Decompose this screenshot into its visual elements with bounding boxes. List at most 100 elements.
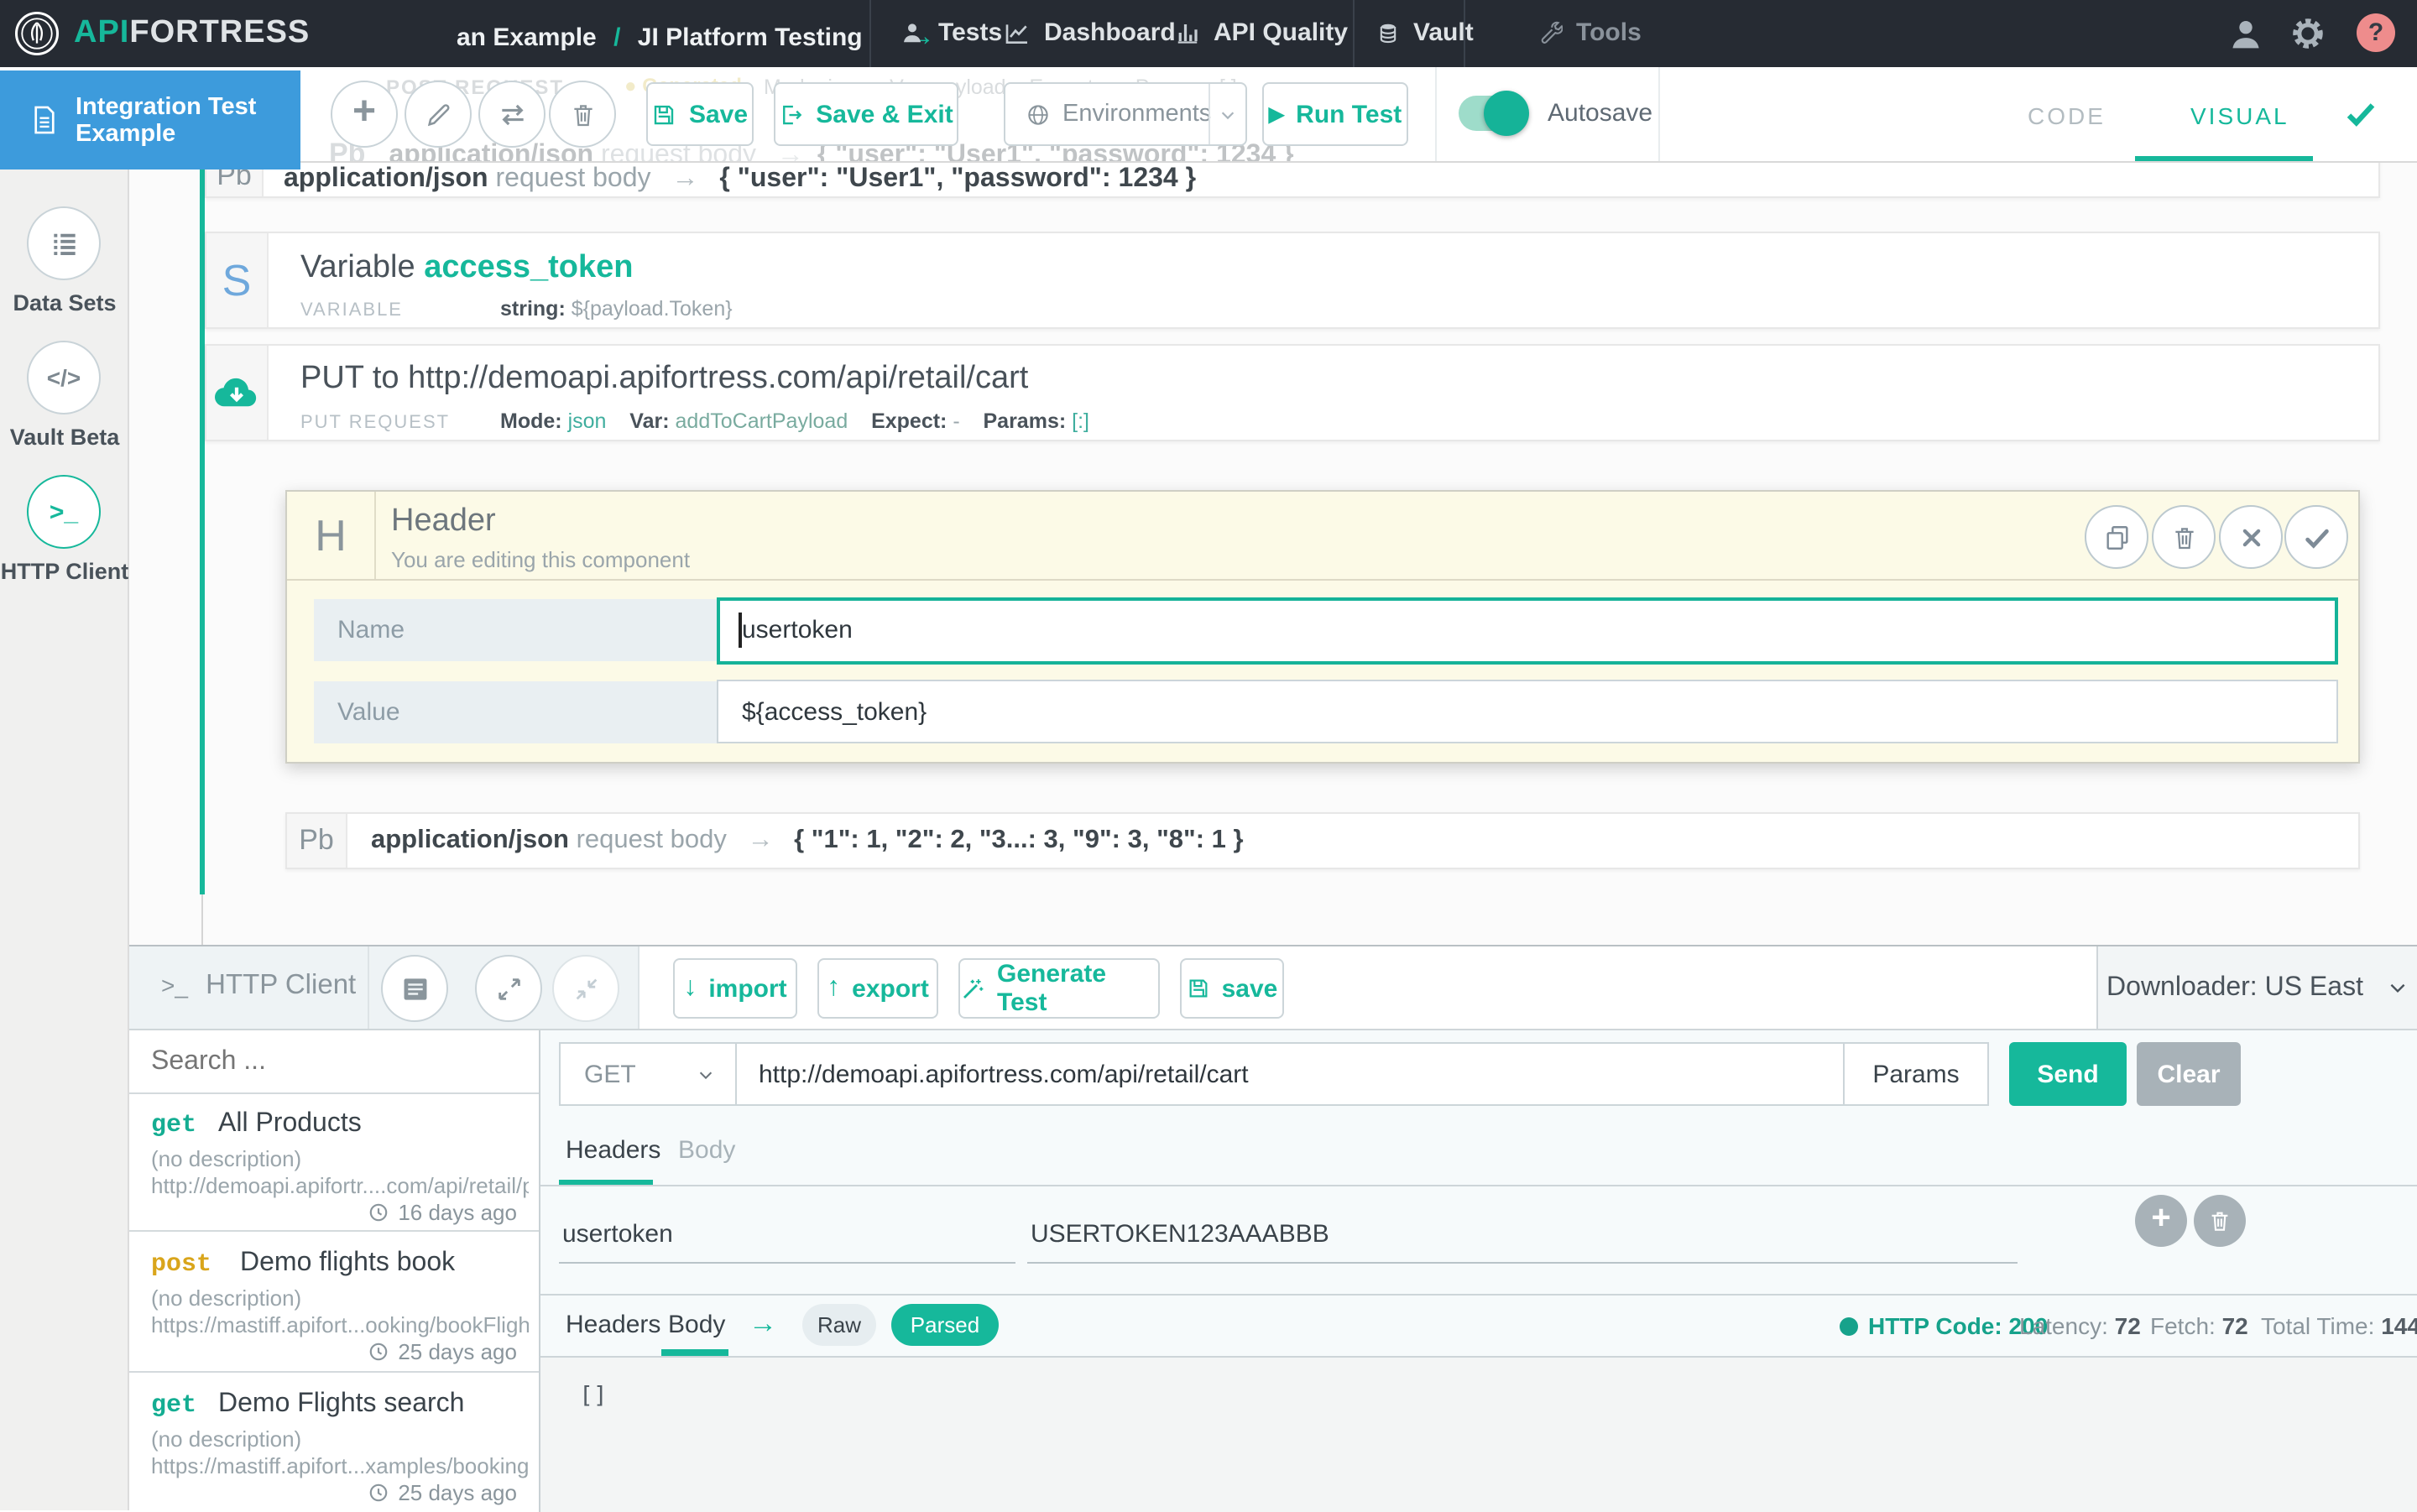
line-chart-icon: [1004, 19, 1031, 46]
history-search-input[interactable]: [129, 1030, 539, 1094]
nav-item-tools[interactable]: Tools: [1537, 18, 1642, 47]
request-tab-body[interactable]: Body: [678, 1136, 735, 1165]
sidebar-item-vault-beta[interactable]: </>: [27, 341, 101, 414]
response-tab-headers[interactable]: Headers: [566, 1311, 660, 1339]
tab-code[interactable]: CODE: [2028, 102, 2106, 129]
history-age: 25 days ago: [368, 1480, 517, 1505]
content-type: application/json: [284, 164, 488, 193]
import-button[interactable]: ↓import: [673, 958, 797, 1019]
history-age: 25 days ago: [368, 1339, 517, 1364]
parsed-toggle[interactable]: Parsed: [891, 1304, 999, 1346]
collapse-panel-button[interactable]: [552, 955, 619, 1022]
request-tab-headers[interactable]: Headers: [566, 1136, 660, 1165]
check-icon: [2302, 523, 2331, 551]
test-tab[interactable]: Integration Test Example: [0, 70, 300, 169]
history-url: http://demoapi.apifortr....com/api/retai…: [151, 1173, 529, 1198]
delete-button[interactable]: [2152, 505, 2216, 569]
history-item[interactable]: get Demo Flights search (no description)…: [129, 1373, 539, 1512]
autosave-toggle[interactable]: [1459, 96, 1526, 131]
var-key: Var:: [629, 409, 669, 433]
client-save-button[interactable]: save: [1180, 958, 1284, 1019]
downloader-select[interactable]: Downloader: US East: [2098, 946, 2417, 1029]
response-tab-body[interactable]: Body: [668, 1311, 725, 1339]
chevron-down-icon: [2387, 977, 2409, 998]
history-item[interactable]: post Demo flights book (no description) …: [129, 1232, 539, 1373]
visual-check-icon[interactable]: [2343, 96, 2378, 131]
raw-toggle[interactable]: Raw: [802, 1304, 876, 1346]
sidebar-label-http-client: HTTP Client: [0, 559, 129, 584]
clear-button[interactable]: Clear: [2137, 1042, 2241, 1106]
content-type: application/json: [371, 826, 569, 854]
text-caret: [739, 613, 741, 648]
down-arrow-icon: ↓: [683, 973, 697, 1004]
help-icon[interactable]: ?: [2357, 13, 2395, 52]
edit-component-button[interactable]: [405, 81, 472, 148]
terminal-icon: >_: [50, 498, 78, 526]
breadcrumb-project[interactable]: an Example: [457, 23, 597, 52]
component-tag: H: [287, 492, 376, 579]
delete-component-button[interactable]: [549, 81, 616, 148]
environments-dropdown[interactable]: Environments: [1004, 82, 1247, 146]
delete-header-button[interactable]: [2194, 1195, 2246, 1247]
nav-item-tests[interactable]: Tests: [900, 18, 1002, 47]
add-component-button[interactable]: +: [331, 81, 398, 148]
nav-item-vault[interactable]: Vault: [1376, 18, 1474, 47]
detail-key: string:: [500, 297, 566, 321]
component-row-request-body-cart[interactable]: Pb application/json request body → { "1"…: [285, 812, 2360, 869]
method-badge: post: [151, 1250, 211, 1279]
save-exit-button[interactable]: Save & Exit: [774, 82, 958, 146]
wrench-icon: [1537, 20, 1563, 45]
response-section-divider: [540, 1294, 2417, 1296]
component-row-put-request[interactable]: PUT to http://demoapi.apifortress.com/ap…: [205, 344, 2380, 441]
url-input[interactable]: [735, 1042, 1845, 1106]
run-test-label: Run Test: [1296, 100, 1402, 128]
clone-button[interactable]: [2085, 505, 2148, 569]
header-name-input[interactable]: [559, 1207, 1015, 1264]
params-button[interactable]: Params: [1843, 1042, 1989, 1106]
header-value-input[interactable]: [1027, 1207, 2018, 1264]
cancel-edit-button[interactable]: [2219, 505, 2283, 569]
tab-visual[interactable]: VISUAL: [2190, 102, 2289, 129]
add-header-button[interactable]: +: [2135, 1195, 2187, 1247]
nav-item-label: Tools: [1576, 18, 1642, 47]
generate-test-button[interactable]: Generate Test: [958, 958, 1160, 1019]
response-body-area[interactable]: []: [540, 1358, 2417, 1512]
export-button[interactable]: ↑export: [817, 958, 938, 1019]
sidebar-label-vault-beta: Vault Beta: [0, 425, 129, 450]
nav-item-dashboard[interactable]: Dashboard: [1004, 18, 1176, 47]
sidebar-item-data-sets[interactable]: [27, 206, 101, 280]
component-type-label: VARIABLE: [300, 300, 403, 321]
send-button[interactable]: Send: [2009, 1042, 2127, 1106]
history-item[interactable]: get All Products (no description) http:/…: [129, 1094, 539, 1232]
name-field-input[interactable]: [717, 597, 2338, 664]
app-window: APIFORTRESS an Example / JI Platform Tes…: [0, 0, 2417, 1510]
value-field-label: Value: [314, 681, 717, 743]
breadcrumb-test[interactable]: JI Platform Testing: [638, 23, 863, 52]
confirm-edit-button[interactable]: [2284, 505, 2348, 569]
value-field-input[interactable]: [717, 680, 2338, 743]
apifortress-logo[interactable]: [13, 10, 60, 57]
sidebar-item-http-client[interactable]: >_: [27, 475, 101, 549]
save-button[interactable]: Save: [646, 82, 754, 146]
document-icon: [29, 104, 60, 136]
method-badge: get: [151, 1391, 196, 1420]
dropdown-divider: [1208, 84, 1210, 144]
expand-icon: [494, 974, 523, 1003]
settings-gear-icon[interactable]: [2289, 15, 2326, 52]
method-select[interactable]: GET: [559, 1042, 737, 1106]
floppy-icon: [652, 102, 677, 127]
body-preview: { "1": 1, "2": 2, "3...: 3, "9": 3, "8":…: [794, 826, 1243, 854]
run-test-button[interactable]: ▶ Run Test: [1262, 82, 1408, 146]
layout-toggle-button[interactable]: [381, 955, 448, 1022]
copy-icon: [2102, 523, 2131, 551]
test-toolbar: POST REQUEST ● Generated Mode: json Var:…: [0, 67, 2417, 163]
nav-item-api-quality[interactable]: API Quality: [1175, 18, 1348, 47]
brand-name[interactable]: APIFORTRESS: [74, 15, 310, 52]
account-icon[interactable]: [2227, 15, 2264, 52]
toggle-knob: [1484, 91, 1529, 136]
nav-divider: [1353, 0, 1355, 67]
expand-panel-button[interactable]: [475, 955, 542, 1022]
reorder-components-button[interactable]: [478, 81, 546, 148]
bar-divider: [368, 946, 369, 1029]
component-row-variable[interactable]: S Variable access_token VARIABLE string:…: [205, 232, 2380, 329]
